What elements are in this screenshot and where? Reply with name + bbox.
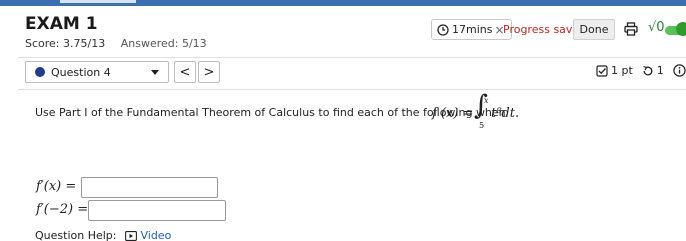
question-meta: 1 pt 1 De xyxy=(596,64,686,77)
info-icon[interactable] xyxy=(673,64,686,77)
done-button[interactable]: Done xyxy=(573,19,615,40)
answered-text: Answered: 5/13 xyxy=(120,37,207,50)
math-toggle-icon: √0 xyxy=(648,20,665,35)
exam-title: EXAM 1 xyxy=(25,14,98,34)
retry-icon xyxy=(643,65,653,75)
question-divider xyxy=(18,89,686,90)
video-icon xyxy=(125,230,138,241)
previous-question-button[interactable]: < xyxy=(174,61,196,83)
question-help: Question Help: Video xyxy=(35,229,171,241)
question-select[interactable]: Question 4 xyxy=(25,61,169,83)
answer-label-derivative-neg2: f′(−2) = xyxy=(36,202,89,217)
attempts-text: 1 xyxy=(656,64,664,77)
clock-icon xyxy=(437,23,449,36)
integrand: t⁸dt. xyxy=(491,106,520,121)
points-text: 1 pt xyxy=(611,64,633,77)
math-toggle-knob[interactable] xyxy=(676,22,686,36)
top-bar-tab[interactable] xyxy=(60,0,136,3)
score-text: Score: 3.75/13 xyxy=(25,37,106,50)
printer-icon xyxy=(624,22,638,36)
formula-lhs: f (x) = xyxy=(432,106,474,121)
question-select-label: Question 4 xyxy=(51,65,111,79)
video-help-link[interactable]: Video xyxy=(125,229,171,241)
next-question-button[interactable]: > xyxy=(198,61,220,83)
video-link-label[interactable]: Video xyxy=(140,229,171,241)
print-button[interactable] xyxy=(624,21,638,40)
header-divider xyxy=(18,57,686,58)
checkbox-icon xyxy=(596,64,608,77)
integral-lower-limit: 5 xyxy=(479,121,485,130)
answer-input-derivative-neg2[interactable] xyxy=(88,200,226,221)
integral-upper-limit: x xyxy=(484,96,489,105)
timer-widget[interactable]: 17mins × xyxy=(431,19,512,40)
timer-label: 17mins xyxy=(452,23,493,36)
answer-input-derivative-x[interactable] xyxy=(81,177,218,198)
chevron-down-icon xyxy=(151,70,159,75)
question-help-label: Question Help: xyxy=(35,229,117,241)
score-row: Score: 3.75/13 Answered: 5/13 xyxy=(25,37,207,50)
answer-label-derivative-x: f′(x) = xyxy=(36,179,77,194)
integral-sign: ∫ xyxy=(474,90,489,121)
question-status-dot xyxy=(35,67,45,77)
